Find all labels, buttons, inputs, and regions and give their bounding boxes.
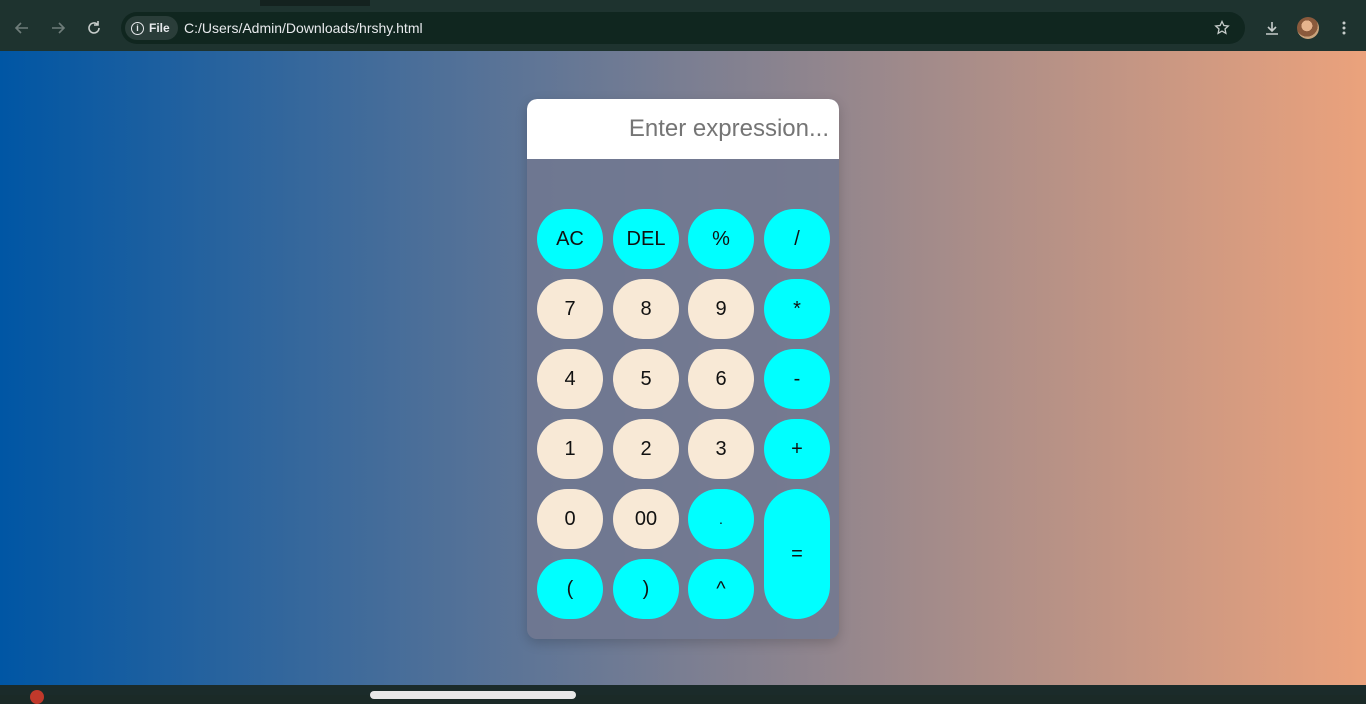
key-9[interactable]: 9 [688, 279, 754, 339]
forward-icon[interactable] [44, 14, 72, 42]
key-00[interactable]: 00 [613, 489, 679, 549]
key-3[interactable]: 3 [688, 419, 754, 479]
key-del[interactable]: DEL [613, 209, 679, 269]
tab[interactable] [0, 0, 260, 6]
taskbar-item[interactable] [370, 691, 576, 699]
key-decimal[interactable]: . [688, 489, 754, 549]
key-5[interactable]: 5 [613, 349, 679, 409]
key-power[interactable]: ^ [688, 559, 754, 619]
key-8[interactable]: 8 [613, 279, 679, 339]
info-icon: i [131, 21, 144, 35]
key-4[interactable]: 4 [537, 349, 603, 409]
more-icon[interactable] [1330, 14, 1358, 42]
key-subtract[interactable]: - [764, 349, 830, 409]
avatar[interactable] [1297, 17, 1319, 39]
site-info-chip[interactable]: i File [125, 16, 178, 40]
url-scheme-label: File [149, 21, 170, 35]
taskbar-app-icon[interactable] [30, 690, 44, 704]
key-percent[interactable]: % [688, 209, 754, 269]
tab-strip-area [370, 0, 1366, 6]
key-close-paren[interactable]: ) [613, 559, 679, 619]
key-6[interactable]: 6 [688, 349, 754, 409]
key-divide[interactable]: / [764, 209, 830, 269]
key-add[interactable]: + [764, 419, 830, 479]
star-icon[interactable] [1211, 17, 1233, 39]
key-equals[interactable]: = [764, 489, 830, 619]
address-bar[interactable]: i File C:/Users/Admin/Downloads/hrshy.ht… [121, 12, 1245, 44]
key-open-paren[interactable]: ( [537, 559, 603, 619]
url-text[interactable]: C:/Users/Admin/Downloads/hrshy.html [184, 20, 423, 36]
download-icon[interactable] [1258, 14, 1286, 42]
key-ac[interactable]: AC [537, 209, 603, 269]
taskbar [0, 685, 1366, 704]
key-1[interactable]: 1 [537, 419, 603, 479]
reload-icon[interactable] [80, 14, 108, 42]
key-2[interactable]: 2 [613, 419, 679, 479]
expression-input[interactable] [527, 99, 839, 159]
calculator-display [527, 99, 839, 159]
page-background: AC DEL % / 7 8 9 * 4 5 6 - 1 2 3 + 0 00 … [0, 51, 1366, 685]
key-7[interactable]: 7 [537, 279, 603, 339]
browser-toolbar: i File C:/Users/Admin/Downloads/hrshy.ht… [0, 0, 1366, 51]
calculator: AC DEL % / 7 8 9 * 4 5 6 - 1 2 3 + 0 00 … [527, 99, 839, 639]
key-multiply[interactable]: * [764, 279, 830, 339]
tab-strip [0, 0, 1366, 6]
key-0[interactable]: 0 [537, 489, 603, 549]
back-icon[interactable] [8, 14, 36, 42]
